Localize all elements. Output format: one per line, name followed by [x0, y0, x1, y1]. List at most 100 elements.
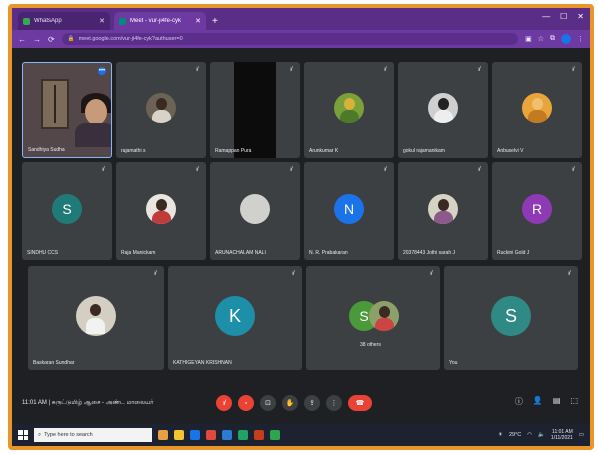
- dark-video: [234, 62, 276, 158]
- call-controls-bar: 11:01 AM | சுருட்டுமிழ் ஆசை - அண்ட மாலைய…: [12, 388, 590, 418]
- menu-icon[interactable]: ⋮: [577, 35, 584, 43]
- participant-tile[interactable]: ı̸ ARUNACHALAM NALI: [210, 162, 300, 260]
- volume-icon[interactable]: 🔈: [538, 432, 545, 438]
- new-tab-button[interactable]: +: [212, 16, 218, 27]
- meeting-info: 11:01 AM | சுருட்டுமிழ் ஆசை - அண்ட மாலைய…: [22, 399, 154, 406]
- star-icon[interactable]: ☆: [538, 35, 544, 43]
- profile-avatar[interactable]: [561, 34, 571, 44]
- participant-tile[interactable]: ı̸ Anbuselvi V: [492, 62, 582, 158]
- participant-tile[interactable]: S ı̸ SINDHU CCS: [22, 162, 112, 260]
- extensions-icon[interactable]: ⧉: [550, 35, 555, 43]
- participant-name: SINDHU CCS: [27, 250, 59, 256]
- meet-icon: [119, 17, 126, 25]
- participant-name: Sandhiya Sudha: [28, 147, 65, 153]
- participant-name: Baskaran Sundhar: [33, 360, 75, 366]
- participant-tile[interactable]: K ı̸ KATHIGEYAN KRISHNAN: [168, 266, 302, 370]
- mic-toggle-button[interactable]: ı̸: [216, 395, 232, 411]
- raise-hand-button[interactable]: ✋: [282, 395, 298, 411]
- participant-tile[interactable]: ı̸ gokul rajamanikam: [398, 62, 488, 158]
- speaking-indicator-icon: •••: [98, 67, 106, 75]
- tab-label: WhatsApp: [34, 18, 62, 24]
- chat-icon[interactable]: ▤: [553, 396, 561, 407]
- present-button[interactable]: ⇪: [304, 395, 320, 411]
- participant-name: N. R. Prabakaran: [309, 250, 348, 256]
- wifi-icon[interactable]: ◠: [527, 432, 532, 438]
- toolbar-actions: ▣ ☆ ⧉ ⋮: [525, 34, 584, 44]
- excel-icon[interactable]: [238, 430, 248, 440]
- close-icon[interactable]: ✕: [195, 17, 201, 25]
- participant-name: gokul rajamanikam: [403, 148, 445, 154]
- tab-label: Meet - vur-ji4fe-cyk: [130, 18, 182, 24]
- profile-photo: [428, 194, 458, 224]
- participant-name: KATHIGEYAN KRISHNAN: [173, 360, 232, 366]
- participant-name: 38 others: [360, 342, 381, 348]
- initial-avatar: K: [215, 296, 255, 336]
- profile-photo: [146, 194, 176, 224]
- participant-tile[interactable]: R ı̸ Ruckini Gold J: [492, 162, 582, 260]
- more-options-button[interactable]: ⋮: [326, 395, 342, 411]
- leave-call-button[interactable]: ☎: [348, 395, 372, 411]
- chrome-icon[interactable]: [206, 430, 216, 440]
- participant-tile[interactable]: ı̸ Arunkumar K: [304, 62, 394, 158]
- participant-grid: ••• Sandhiya Sudha ı̸ rajamathi s ı̸ Ram…: [20, 62, 582, 380]
- participant-tile[interactable]: N ı̸ N. R. Prabakaran: [304, 162, 394, 260]
- mic-muted-icon: ı̸: [430, 271, 432, 277]
- word-icon[interactable]: [222, 430, 232, 440]
- mic-muted-icon: ı̸: [196, 167, 198, 173]
- address-bar[interactable]: 🔒 meet.google.com/vur-ji4fe-cyk?authuser…: [61, 33, 519, 45]
- mic-muted-icon: ı̸: [290, 67, 292, 73]
- profile-photo: [240, 194, 270, 224]
- file-explorer-icon[interactable]: [174, 430, 184, 440]
- mic-muted-icon: ı̸: [292, 271, 294, 277]
- back-button[interactable]: ←: [18, 35, 26, 44]
- participant-name: Raja Manickam: [121, 250, 156, 256]
- participant-name: 20378443 Jothi sarah J: [403, 250, 455, 256]
- participant-name: Ruckini Gold J: [497, 250, 530, 256]
- system-tray: ☀ 29°C ◠ 🔈 11:01 AM 1/11/2021 ▭: [498, 429, 584, 441]
- forward-button[interactable]: →: [33, 35, 41, 44]
- windows-taskbar: ⌕ Type here to search ☀ 29°C ◠ 🔈 11:01 A…: [12, 424, 590, 446]
- edge-icon[interactable]: [190, 430, 200, 440]
- taskbar-clock[interactable]: 11:01 AM 1/11/2021: [551, 429, 573, 441]
- participant-tile[interactable]: S ı̸ You: [444, 266, 578, 370]
- mic-muted-icon: ı̸: [572, 67, 574, 73]
- reload-button[interactable]: ⟳: [48, 35, 55, 44]
- close-icon[interactable]: ✕: [99, 17, 105, 25]
- windows-start-icon[interactable]: [18, 430, 28, 440]
- captions-button[interactable]: ⊡: [260, 395, 276, 411]
- taskbar-search[interactable]: ⌕ Type here to search: [34, 428, 152, 442]
- info-icon[interactable]: ⓘ: [515, 396, 523, 407]
- profile-photo: [428, 93, 458, 123]
- mic-muted-icon: ı̸: [290, 167, 292, 173]
- call-controls: ı̸ ▫ ⊡ ✋ ⇪ ⋮ ☎: [216, 395, 372, 411]
- window-close-button[interactable]: ✕: [577, 12, 584, 21]
- camera-toggle-button[interactable]: ▫: [238, 395, 254, 411]
- participant-tile[interactable]: ı̸ Baskaran Sundhar: [28, 266, 164, 370]
- maximize-button[interactable]: ☐: [560, 12, 567, 21]
- people-icon[interactable]: 👤: [533, 396, 543, 407]
- mic-muted-icon: ı̸: [384, 167, 386, 173]
- tab-meet[interactable]: Meet - vur-ji4fe-cyk ✕: [114, 12, 206, 30]
- notification-icon[interactable]: ▭: [579, 432, 584, 438]
- screen-frame: WhatsApp ✕ Meet - vur-ji4fe-cyk ✕ + — ☐ …: [8, 4, 594, 450]
- activities-icon[interactable]: ⬚: [570, 396, 578, 407]
- participant-tile[interactable]: ı̸ 20378443 Jothi sarah J: [398, 162, 488, 260]
- participant-tile[interactable]: ı̸ Raja Manickam: [116, 162, 206, 260]
- weather-text: 29°C: [508, 432, 522, 438]
- task-view-icon[interactable]: [158, 430, 168, 440]
- participant-tile[interactable]: ı̸ rajamathi s: [116, 62, 206, 158]
- whatsapp-icon[interactable]: [270, 430, 280, 440]
- initial-avatar: S: [491, 296, 531, 336]
- minimize-button[interactable]: —: [542, 12, 550, 21]
- participant-tile-self[interactable]: ••• Sandhiya Sudha: [22, 62, 112, 158]
- powerpoint-icon[interactable]: [254, 430, 264, 440]
- participant-tile-others[interactable]: S ı̸ 38 others: [306, 266, 440, 370]
- clock-date: 1/11/2021: [550, 435, 573, 441]
- mic-muted-icon: ı̸: [478, 167, 480, 173]
- mic-muted-icon: ı̸: [154, 271, 156, 277]
- tab-whatsapp[interactable]: WhatsApp ✕: [18, 12, 110, 30]
- participant-tile[interactable]: ı̸ Ramappan Pura: [210, 62, 300, 158]
- participant-name: Anbuselvi V: [497, 148, 524, 154]
- whatsapp-icon: [23, 17, 30, 25]
- camera-icon[interactable]: ▣: [525, 35, 532, 43]
